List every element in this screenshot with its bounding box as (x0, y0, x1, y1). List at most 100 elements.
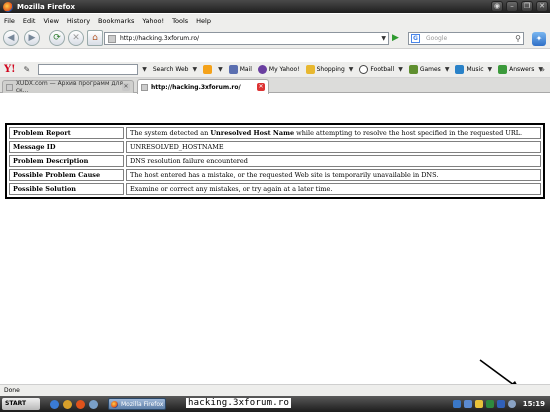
row-value: Examine or correct any mistakes, or try … (126, 183, 541, 195)
menu-tools[interactable]: Tools (172, 17, 188, 25)
row-label: Message ID (9, 141, 124, 153)
row-value-text: The system detected an (130, 129, 211, 137)
yahoo-plus-button[interactable]: ▼ (203, 65, 223, 74)
table-row: Possible Problem Cause The host entered … (9, 169, 541, 181)
shopping-icon (305, 65, 315, 74)
back-button[interactable]: ◀ (3, 30, 19, 46)
table-row: Possible Solution Examine or correct any… (9, 183, 541, 195)
menu-edit[interactable]: Edit (23, 17, 36, 25)
chevron-down-icon: ▼ (348, 66, 354, 73)
roll-up-button[interactable]: ◉ (491, 1, 503, 12)
reload-button[interactable]: ⟳ (49, 30, 65, 46)
start-button[interactable]: START (2, 398, 40, 410)
row-value: UNRESOLVED_HOSTNAME (126, 141, 541, 153)
mail-icon (228, 65, 238, 74)
yahoo-games-button[interactable]: Games ▼ (408, 65, 449, 74)
search-bar[interactable]: G Google ⚲ (408, 32, 524, 45)
tab-close-icon[interactable]: ✕ (257, 83, 265, 91)
url-text[interactable]: http://hacking.3xforum.ro/ (120, 35, 199, 42)
yahoo-search-web-button[interactable]: Search Web ▼ (153, 66, 197, 73)
my-yahoo-icon (257, 65, 267, 74)
yahoo-my-yahoo-button[interactable]: My Yahoo! (257, 65, 300, 74)
search-icon[interactable]: ⚲ (515, 34, 521, 43)
tray-monitor-icon[interactable] (463, 400, 472, 408)
go-button[interactable]: ▶ (392, 33, 399, 43)
tray-alert-icon[interactable] (474, 400, 483, 408)
close-button[interactable]: ✕ (536, 1, 548, 12)
music-label: Music (466, 66, 484, 73)
quicklaunch-files-icon[interactable] (63, 399, 72, 409)
tray-bluetooth-icon[interactable] (496, 400, 505, 408)
quicklaunch-firefox-icon[interactable] (76, 399, 85, 409)
tray-volume-icon[interactable] (507, 400, 516, 408)
chevron-down-icon[interactable]: ▼ (142, 66, 147, 73)
menu-bookmarks[interactable]: Bookmarks (98, 17, 134, 25)
yahoo-mail-button[interactable]: Mail (228, 65, 252, 74)
football-icon (359, 65, 369, 74)
yahoo-logo[interactable]: Y! (4, 64, 16, 75)
minimize-button[interactable]: – (506, 1, 518, 12)
addon-icon[interactable]: ✦ (532, 32, 546, 46)
answers-label: Answers (509, 66, 535, 73)
table-row: Problem Description DNS resolution failu… (9, 155, 541, 167)
search-web-label: Search Web (152, 66, 189, 73)
chevron-down-icon[interactable]: ▼ (381, 35, 386, 42)
yahoo-football-button[interactable]: Football ▼ (359, 65, 403, 74)
stop-icon: ✕ (72, 33, 80, 43)
row-label: Problem Report (9, 127, 124, 139)
window-controls: ◉ – ❐ ✕ (491, 1, 548, 12)
yahoo-toolbar: Y! ✎ ▼ Search Web ▼ ▼ Mail My Yahoo! Shop… (0, 62, 550, 78)
forward-icon: ▶ (28, 33, 36, 43)
status-bar: Done (0, 384, 550, 396)
toolbar-overflow-button[interactable]: » (540, 65, 545, 74)
tab-close-icon[interactable]: ✕ (122, 83, 130, 91)
yahoo-shopping-button[interactable]: Shopping ▼ (305, 65, 354, 74)
google-engine-icon[interactable]: G (411, 34, 420, 43)
yahoo-music-button[interactable]: Music ▼ (455, 65, 492, 74)
page-content: Problem Report The system detected an Un… (0, 94, 550, 384)
row-value: The host entered has a mistake, or the r… (126, 169, 541, 181)
url-bar[interactable]: http://hacking.3xforum.ro/ ▼ (104, 32, 389, 45)
window-titlebar: Mozilla Firefox ◉ – ❐ ✕ (0, 0, 550, 13)
maximize-button[interactable]: ❐ (521, 1, 533, 12)
quicklaunch-browser-icon[interactable] (50, 399, 59, 409)
tray-security-icon[interactable] (485, 400, 494, 408)
yahoo-answers-button[interactable]: Answers ▼ (498, 65, 543, 74)
tab-xudx[interactable]: XUDX.com — Архив программ для ск... ✕ (2, 80, 134, 94)
firefox-icon (3, 1, 13, 12)
answers-icon (498, 65, 508, 74)
reload-icon: ⟳ (53, 33, 61, 43)
taskbar-firefox-task[interactable]: Mozilla Firefox (108, 398, 166, 410)
tab-label: http://hacking.3xforum.ro/ (151, 83, 241, 91)
status-text: Done (4, 387, 20, 394)
navigation-toolbar: ◀ ▶ ⟳ ✕ ⌂ http://hacking.3xforum.ro/ ▼ ▶… (0, 27, 550, 49)
yahoo-search-input[interactable] (38, 64, 139, 75)
quicklaunch-settings-icon[interactable] (89, 399, 98, 409)
menu-yahoo[interactable]: Yahoo! (142, 17, 164, 25)
tab-label: XUDX.com — Архив программ для ск... (15, 80, 123, 94)
menu-help[interactable]: Help (196, 17, 211, 25)
system-tray: 15:19 (452, 396, 550, 412)
tray-network-icon[interactable] (452, 400, 461, 408)
menu-view[interactable]: View (43, 17, 58, 25)
error-table: Problem Report The system detected an Un… (5, 123, 545, 199)
tab-favicon (141, 83, 148, 91)
row-value: DNS resolution failure encountered (126, 155, 541, 167)
tab-hacking[interactable]: http://hacking.3xforum.ro/ ✕ (137, 79, 269, 94)
row-value: The system detected an Unresolved Host N… (126, 127, 541, 139)
clock[interactable]: 15:19 (523, 400, 545, 408)
menu-history[interactable]: History (67, 17, 90, 25)
games-label: Games (419, 66, 441, 73)
home-button[interactable]: ⌂ (87, 30, 103, 46)
menu-file[interactable]: File (4, 17, 15, 25)
chevron-down-icon: ▼ (218, 66, 223, 73)
search-placeholder[interactable]: Google (426, 35, 447, 42)
chevron-down-icon: ▼ (192, 66, 198, 73)
plus-icon (203, 65, 213, 74)
window-title: Mozilla Firefox (17, 2, 75, 11)
overlay-caption: hacking.3xforum.ro (186, 398, 292, 408)
pencil-icon[interactable]: ✎ (24, 65, 31, 74)
stop-button[interactable]: ✕ (68, 30, 84, 46)
forward-button[interactable]: ▶ (24, 30, 40, 46)
row-value-text: while attempting to resolve the host spe… (294, 129, 523, 137)
